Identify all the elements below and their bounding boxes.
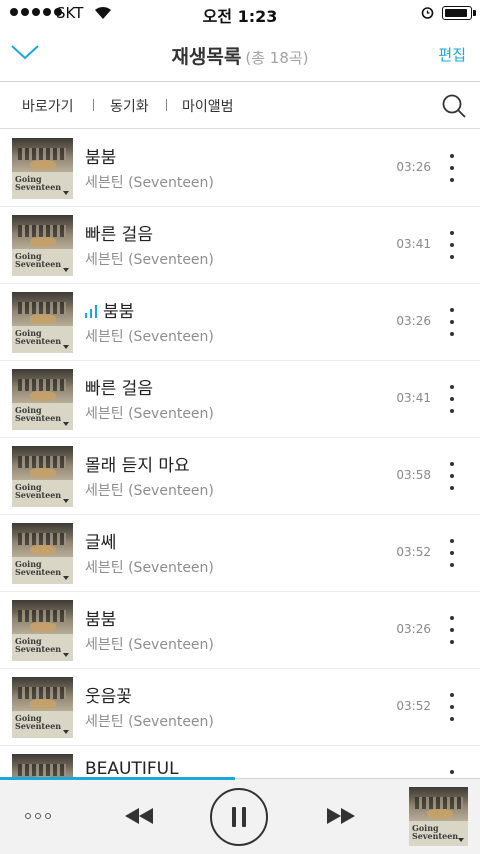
song-title: 빠른 걸음 [85, 374, 153, 399]
edit-button[interactable]: 편집 [438, 44, 466, 65]
song-duration: 03:52 [396, 699, 431, 713]
song-title-text: 붐붐 [103, 302, 135, 322]
alarm-icon [421, 7, 434, 19]
song-row[interactable]: Going Seventeen 붐붐세븐틴 (Seventeen) 03:26 [0, 592, 480, 669]
song-duration: 03:26 [396, 314, 431, 328]
song-title: 붐붐 [85, 143, 116, 168]
more-vertical-icon[interactable] [446, 154, 458, 182]
now-playing-equalizer-icon [85, 304, 97, 318]
song-row[interactable]: Going Seventeen 붐붐세븐틴 (Seventeen) 03:26 [0, 130, 480, 207]
more-vertical-icon[interactable] [446, 693, 458, 721]
more-vertical-icon[interactable] [446, 385, 458, 413]
song-row[interactable]: GoingSeventeen BEAUTIFUL [0, 746, 480, 778]
song-title: 빠른 걸음 [85, 220, 153, 245]
status-bar: SKT 오전 1:23 [0, 0, 480, 26]
status-time: 오전 1:23 [202, 7, 278, 26]
header: 재생목록 (총 18곡) 편집 [0, 26, 480, 82]
more-vertical-icon[interactable] [446, 308, 458, 336]
song-duration: 03:26 [396, 160, 431, 174]
song-artist: 세븐틴 (Seventeen) [85, 714, 214, 730]
song-artist: 세븐틴 (Seventeen) [85, 252, 214, 268]
album-art: GoingSeventeen [12, 754, 73, 778]
battery-icon [442, 6, 476, 20]
more-vertical-icon[interactable] [446, 770, 458, 778]
track-count: (총 18곡) [245, 49, 309, 67]
song-artist: 세븐틴 (Seventeen) [85, 406, 214, 422]
song-row[interactable]: Going Seventeen 붐붐세븐틴 (Seventeen) 03:26 [0, 284, 480, 361]
song-title: 글쎄 [85, 528, 116, 553]
album-art: GoingSeventeen [12, 446, 73, 507]
song-artist: 세븐틴 (Seventeen) [85, 637, 214, 653]
song-title: BEAUTIFUL [85, 759, 179, 778]
mini-player: Going Seventeen [0, 777, 480, 854]
song-row[interactable]: Going Seventeen 빠른 걸음세븐틴 (Seventeen) 03:41 [0, 361, 480, 438]
shortcut-button[interactable]: 바로가기 [22, 96, 74, 116]
song-duration: 03:26 [396, 622, 431, 636]
my-album-button[interactable]: 마이앨범 [182, 96, 234, 116]
song-duration: 03:41 [396, 391, 431, 405]
song-row[interactable]: Going Seventeen 글쎄세븐틴 (Seventeen) 03:52 [0, 515, 480, 592]
song-artist: 세븐틴 (Seventeen) [85, 560, 214, 576]
now-playing-album-art[interactable]: Going Seventeen [409, 787, 468, 846]
song-duration: 03:41 [396, 237, 431, 251]
song-artist: 세븐틴 (Seventeen) [85, 175, 214, 191]
previous-track-icon[interactable] [124, 807, 154, 825]
album-art: GoingSeventeen [12, 523, 73, 584]
song-artist: 세븐틴 (Seventeen) [85, 483, 214, 499]
song-row[interactable]: Going Seventeen 빠른 걸음세븐틴 (Seventeen) 03:41 [0, 207, 480, 284]
song-title: 붐붐 [85, 605, 116, 630]
divider [166, 99, 167, 111]
song-title-text: 빠른 걸음 [85, 379, 153, 399]
more-vertical-icon[interactable] [446, 616, 458, 644]
more-vertical-icon[interactable] [446, 539, 458, 567]
sync-button[interactable]: 동기화 [110, 96, 149, 116]
song-title: 몰래 듣지 마요 [85, 451, 190, 476]
song-duration: 03:52 [396, 545, 431, 559]
album-art: GoingSeventeen [12, 600, 73, 661]
song-title-text: 글쎄 [85, 533, 117, 553]
song-row[interactable]: Going Seventeen 웃음꽃세븐틴 (Seventeen) 03:52 [0, 669, 480, 746]
pause-button[interactable] [210, 788, 268, 846]
more-options-icon[interactable] [25, 813, 51, 819]
search-icon[interactable] [441, 93, 467, 119]
song-row[interactable]: Going Seventeen 몰래 듣지 마요세븐틴 (Seventeen) 03:… [0, 438, 480, 515]
song-title-text: 몰래 듣지 마요 [85, 456, 190, 476]
song-duration: 03:58 [396, 468, 431, 482]
song-title-text: BEAUTIFUL [85, 759, 179, 778]
progress-bar[interactable] [0, 777, 236, 780]
song-title-text: 빠른 걸음 [85, 225, 153, 245]
song-title: 붐붐 [85, 297, 134, 322]
divider [93, 99, 94, 111]
album-art: GoingSeventeen [12, 677, 73, 738]
album-art: GoingSeventeen [12, 292, 73, 353]
page-title: 재생목록 (총 18곡) [0, 42, 480, 69]
toolbar: 바로가기 동기화 마이앨범 [0, 83, 480, 129]
album-art: GoingSeventeen [12, 215, 73, 276]
album-art: GoingSeventeen [12, 369, 73, 430]
pause-icon [232, 807, 236, 827]
next-track-icon[interactable] [326, 807, 356, 825]
song-title-text: 웃음꽃 [85, 687, 132, 707]
song-artist: 세븐틴 (Seventeen) [85, 329, 214, 345]
more-vertical-icon[interactable] [446, 462, 458, 490]
more-vertical-icon[interactable] [446, 231, 458, 259]
song-title-text: 붐붐 [85, 148, 117, 168]
song-list[interactable]: Going Seventeen 붐붐 세븐틴 (Seventeen) 03:26 Goin… [0, 130, 480, 778]
playlist-title: 재생목록 [171, 46, 242, 68]
song-title: 웃음꽃 [85, 682, 132, 707]
album-art: GoingSeventeen [12, 138, 73, 199]
song-title-text: 붐붐 [85, 610, 117, 630]
